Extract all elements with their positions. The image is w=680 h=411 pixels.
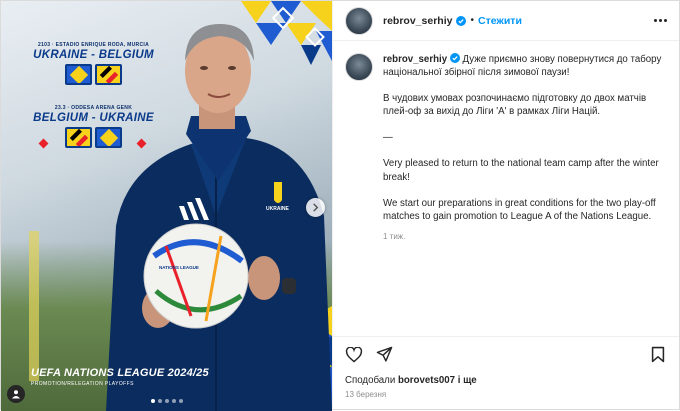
share-button[interactable] <box>375 346 393 364</box>
jersey-text: UKRAINE <box>266 206 289 212</box>
caption-text-4: We start our preparations in great condi… <box>383 197 656 222</box>
likes-summary: Сподобали borovets007 і ще <box>333 372 679 388</box>
caption-text-2: В чудових умовах розпочинаємо підготовку… <box>383 93 647 118</box>
more-options-icon[interactable] <box>654 19 667 22</box>
save-button[interactable] <box>649 346 667 364</box>
action-bar <box>333 336 679 372</box>
post-time-ago[interactable]: 1 тиж. <box>383 230 667 243</box>
post-date: 13 березня <box>345 390 387 399</box>
bookmark-icon <box>651 346 665 363</box>
carousel-dots <box>151 399 183 403</box>
belgium-flag-icon <box>95 64 122 85</box>
carousel-dot <box>172 399 176 403</box>
post-header: rebrov_serhiy • Стежити <box>333 1 679 41</box>
diamond-markers <box>38 138 147 149</box>
likes-prefix: Сподобали <box>345 374 396 386</box>
next-slide-button[interactable] <box>306 198 325 217</box>
follow-button[interactable]: Стежити <box>478 15 522 27</box>
caption-paragraph-1: rebrov_serhiy Дуже приємно знову поверну… <box>383 53 667 79</box>
tagged-users-button[interactable] <box>7 385 25 403</box>
caption-username[interactable]: rebrov_serhiy <box>383 54 447 65</box>
match-2-meta: 23.3 · ODDESA ARENA GENK <box>54 105 133 111</box>
like-button[interactable] <box>345 346 363 364</box>
match-card-1: 2103 · ESTADIO ENRIQUE RODA, MURCIA UKRA… <box>31 42 156 85</box>
carousel-dot <box>151 399 155 403</box>
match-1-title: UKRAINE - BELGIUM <box>33 49 154 61</box>
match-1-flags <box>31 64 156 85</box>
caption-divider: — <box>383 132 393 144</box>
user-icon <box>12 390 20 399</box>
post-caption-area: rebrov_serhiy Дуже приємно знову поверну… <box>333 41 679 336</box>
heart-icon <box>345 346 363 363</box>
carousel-dot <box>179 399 183 403</box>
likes-user-link[interactable]: borovets007 <box>398 375 455 386</box>
ball-text: NATIONS LEAGUE <box>159 265 199 270</box>
uefa-subtitle: PROMOTION/RELEGATION PLAYOFFS <box>31 381 134 387</box>
chevron-right-icon <box>313 203 319 212</box>
caption-avatar[interactable] <box>345 53 373 81</box>
verified-badge-icon <box>456 15 467 26</box>
ukraine-flag-icon <box>65 64 92 85</box>
post-sidebar: rebrov_serhiy • Стежити rebrov_serhiy Ду… <box>332 1 679 409</box>
uefa-title: UEFA NATIONS LEAGUE 2024/25 <box>31 367 209 379</box>
carousel-dot <box>165 399 169 403</box>
likes-others-link[interactable]: і ще <box>458 375 477 386</box>
match-2-title: BELGIUM - UKRAINE <box>33 112 154 124</box>
caption-text-3: Very pleased to return to the national t… <box>383 158 659 183</box>
username-link[interactable]: rebrov_serhiy <box>383 15 452 27</box>
instagram-post: UKRAINE NATIONS LEAGUE 2103 · ESTADIO EN… <box>0 0 680 411</box>
carousel-dot <box>158 399 162 403</box>
caption: rebrov_serhiy Дуже приємно знову поверну… <box>383 53 667 336</box>
separator-dot: • <box>470 15 474 26</box>
match-1-meta: 2103 · ESTADIO ENRIQUE RODA, MURCIA <box>38 42 149 48</box>
avatar[interactable] <box>345 6 373 35</box>
goalpost <box>29 231 39 381</box>
verified-badge-icon <box>449 53 460 63</box>
send-icon <box>376 346 392 362</box>
post-image[interactable]: UKRAINE NATIONS LEAGUE 2103 · ESTADIO EN… <box>1 1 332 411</box>
